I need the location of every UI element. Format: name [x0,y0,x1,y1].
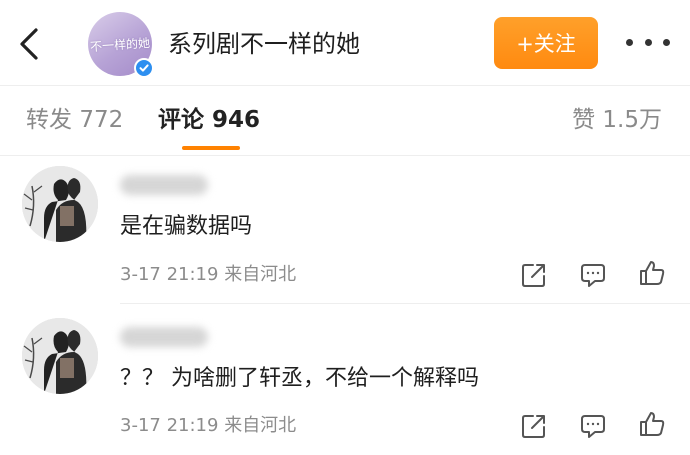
more-dots-icon[interactable] [626,30,670,54]
comment-icon[interactable] [579,412,607,440]
tab-likes-label: 赞 [572,107,596,133]
tab-likes[interactable]: 赞 1.5万 [572,104,662,136]
comment-source: 来自河北 [224,415,297,436]
dot [644,38,652,46]
account-avatar[interactable]: 不一样的她 [88,12,154,78]
commenter-avatar[interactable] [22,318,98,394]
tab-comments-label: 评论 [158,107,204,133]
comment-meta: 3-17 21:19 来自河北 [120,263,296,287]
comment-time: 3-17 21:19 [120,415,219,436]
tab-repost-count: 772 [79,107,124,133]
like-icon[interactable] [638,410,666,438]
comment-source: 来自河北 [224,264,297,285]
tab-likes-count: 1.5万 [602,107,662,133]
tab-repost[interactable]: 转发 772 [26,104,123,136]
tab-comments[interactable]: 评论 946 [158,104,260,136]
back-arrow-icon[interactable] [14,24,48,64]
comment-time: 3-17 21:19 [120,264,219,285]
tab-bar: 转发 772 评论 946 赞 1.5万 [0,86,690,156]
verified-icon [134,58,154,78]
comment-meta: 3-17 21:19 来自河北 [120,414,296,438]
commenter-name-redacted [120,175,208,195]
comment-icon[interactable] [579,261,607,289]
dot [663,38,670,46]
commenter-avatar[interactable] [22,166,98,242]
avatar-logo-text: 不一样的她 [89,35,151,54]
top-bar: 不一样的她 系列剧不一样的她 +关注 [0,0,690,86]
account-name[interactable]: 系列剧不一样的她 [168,28,360,60]
tab-repost-label: 转发 [26,107,72,133]
tab-comments-count: 946 [212,107,261,133]
dot [626,38,633,46]
follow-button[interactable]: +关注 [494,17,598,69]
share-icon[interactable] [520,412,548,440]
commenter-name-redacted [120,327,208,347]
comment-text: ？？ 为啥删了轩丞，不给一个解释吗 [120,366,479,391]
share-icon[interactable] [520,261,548,289]
active-tab-indicator [182,146,240,150]
comment-divider [120,303,690,304]
like-icon[interactable] [638,259,666,287]
comment-text: 是在骗数据吗 [120,214,253,239]
